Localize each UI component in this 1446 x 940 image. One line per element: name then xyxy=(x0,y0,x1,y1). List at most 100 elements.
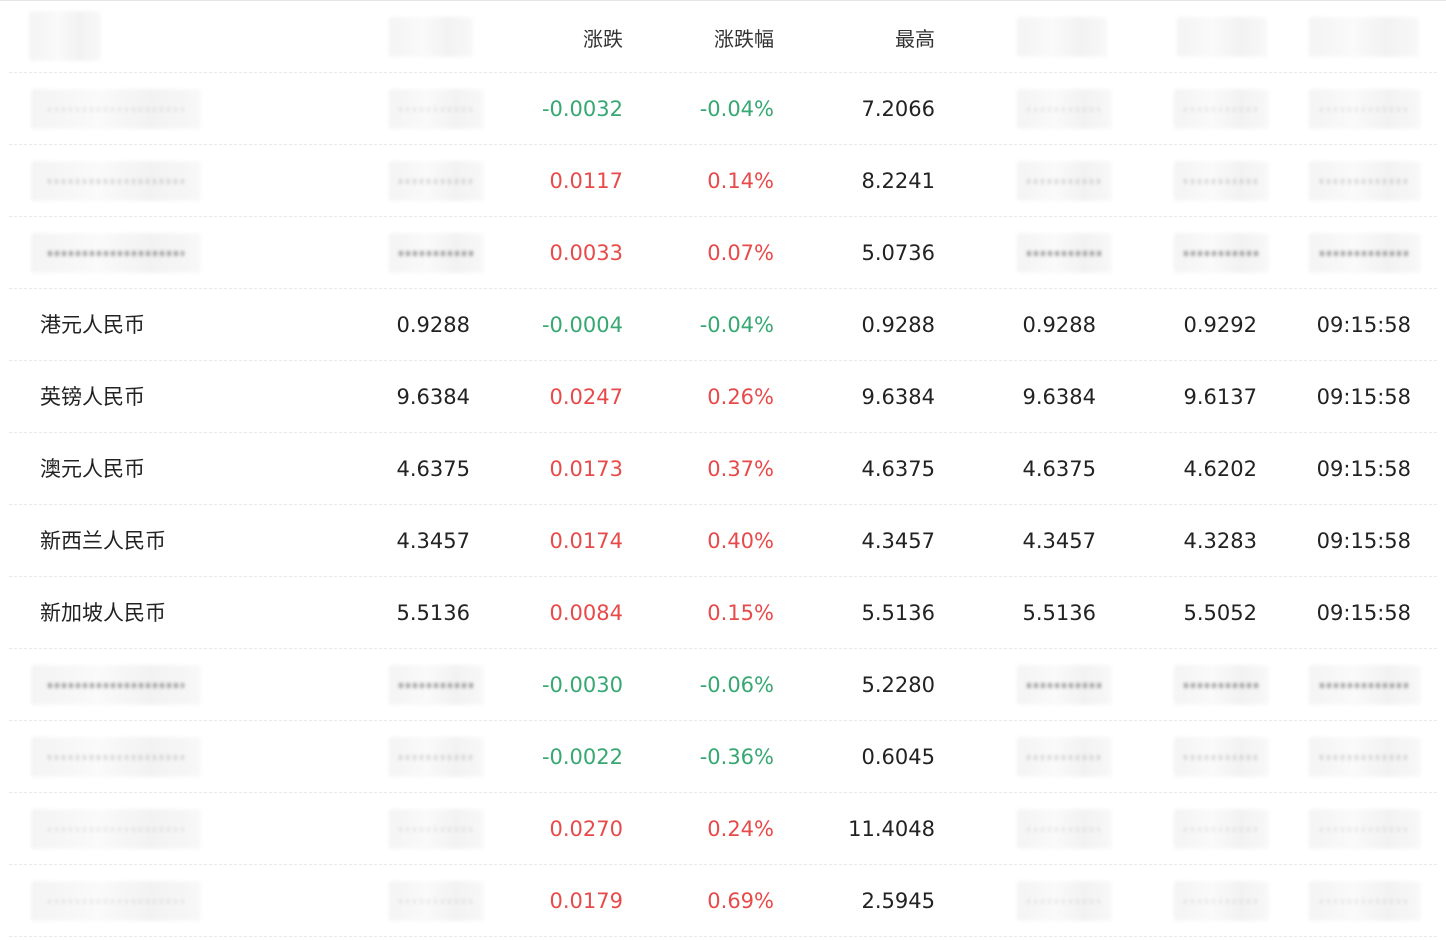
open-value: 9.6137 xyxy=(1183,385,1257,409)
change-percent: 0.07% xyxy=(707,241,774,265)
blurred-time xyxy=(1309,665,1421,705)
change-value: 0.0174 xyxy=(549,529,623,553)
blurred-time xyxy=(1309,233,1421,273)
high-value: 2.5945 xyxy=(861,889,935,913)
blurred-name xyxy=(31,809,201,849)
blurred-header-last xyxy=(389,17,473,57)
table-body: -0.0032 -0.04% 7.2066 0.0117 0.14% 8.2241 0.00… xyxy=(9,73,1437,937)
change-percent: -0.04% xyxy=(699,97,774,121)
change-percent: 0.14% xyxy=(707,169,774,193)
change-value: 0.0033 xyxy=(549,241,623,265)
header-high[interactable]: 最高 xyxy=(805,1,935,73)
change-value: -0.0032 xyxy=(541,97,623,121)
rate-table: 涨跌 涨跌幅 最高 -0.0032 -0.04% 7.2066 0.0117 0.14%… xyxy=(9,1,1437,937)
table-row[interactable]: -0.0030 -0.06% 5.2280 xyxy=(9,649,1437,721)
open-value: 4.6202 xyxy=(1183,457,1257,481)
high-value: 5.0736 xyxy=(861,241,935,265)
blurred-low xyxy=(1017,809,1112,849)
blurred-header-open xyxy=(1177,17,1267,57)
update-time: 09:15:58 xyxy=(1316,601,1411,625)
last-price: 4.3457 xyxy=(396,529,470,553)
last-price: 0.9288 xyxy=(396,313,470,337)
blurred-last xyxy=(389,809,484,849)
update-time: 09:15:58 xyxy=(1316,457,1411,481)
table-row[interactable]: -0.0032 -0.04% 7.2066 xyxy=(9,73,1437,145)
low-value: 4.3457 xyxy=(1022,529,1096,553)
last-price: 5.5136 xyxy=(396,601,470,625)
blurred-open xyxy=(1174,161,1269,201)
table-row[interactable]: -0.0022 -0.36% 0.6045 xyxy=(9,721,1437,793)
table-row[interactable]: 0.0270 0.24% 11.4048 xyxy=(9,793,1437,865)
change-percent: 0.69% xyxy=(707,889,774,913)
open-value: 0.9292 xyxy=(1183,313,1257,337)
low-value: 5.5136 xyxy=(1022,601,1096,625)
high-value: 0.9288 xyxy=(861,313,935,337)
last-price: 9.6384 xyxy=(396,385,470,409)
blurred-name xyxy=(31,737,201,777)
table-row[interactable]: 0.0179 0.69% 2.5945 xyxy=(9,865,1437,937)
blurred-open xyxy=(1174,233,1269,273)
change-percent: 0.15% xyxy=(707,601,774,625)
change-value: 0.0173 xyxy=(549,457,623,481)
change-value: 0.0270 xyxy=(549,817,623,841)
change-percent: -0.36% xyxy=(699,745,774,769)
low-value: 9.6384 xyxy=(1022,385,1096,409)
change-percent: 0.24% xyxy=(707,817,774,841)
currency-pair-name[interactable]: 新加坡人民币 xyxy=(40,577,270,649)
update-time: 09:15:58 xyxy=(1316,385,1411,409)
change-value: -0.0022 xyxy=(541,745,623,769)
currency-pair-name[interactable]: 新西兰人民币 xyxy=(40,505,270,577)
table-row[interactable]: 英镑人民币 9.6384 0.0247 0.26% 9.6384 9.6384 9.6137… xyxy=(9,361,1437,433)
blurred-name xyxy=(31,89,201,129)
high-value: 0.6045 xyxy=(861,745,935,769)
change-value: 0.0247 xyxy=(549,385,623,409)
open-value: 5.5052 xyxy=(1183,601,1257,625)
high-value: 5.5136 xyxy=(861,601,935,625)
blurred-low xyxy=(1017,89,1112,129)
table-header-row: 涨跌 涨跌幅 最高 xyxy=(9,1,1437,73)
blurred-header-time xyxy=(1309,17,1419,57)
table-row[interactable]: 新加坡人民币 5.5136 0.0084 0.15% 5.5136 5.5136 5.505… xyxy=(9,577,1437,649)
blurred-last xyxy=(389,233,484,273)
high-value: 9.6384 xyxy=(861,385,935,409)
blurred-name xyxy=(31,881,201,921)
blurred-low xyxy=(1017,233,1112,273)
update-time: 09:15:58 xyxy=(1316,529,1411,553)
currency-pair-name[interactable]: 英镑人民币 xyxy=(40,361,270,433)
blurred-time xyxy=(1309,89,1421,129)
last-price: 4.6375 xyxy=(396,457,470,481)
blurred-low xyxy=(1017,161,1112,201)
blurred-last xyxy=(389,665,484,705)
high-value: 4.6375 xyxy=(861,457,935,481)
table-row[interactable]: 0.0033 0.07% 5.0736 xyxy=(9,217,1437,289)
change-percent: 0.37% xyxy=(707,457,774,481)
blurred-name xyxy=(31,665,201,705)
header-change-pct[interactable]: 涨跌幅 xyxy=(644,1,774,73)
change-percent: 0.40% xyxy=(707,529,774,553)
blurred-last xyxy=(389,737,484,777)
blurred-open xyxy=(1174,881,1269,921)
change-value: 0.0179 xyxy=(549,889,623,913)
change-percent: -0.04% xyxy=(699,313,774,337)
table-row[interactable]: 新西兰人民币 4.3457 0.0174 0.40% 4.3457 4.3457 4.328… xyxy=(9,505,1437,577)
blurred-header-name xyxy=(29,11,101,61)
blurred-low xyxy=(1017,881,1112,921)
blurred-low xyxy=(1017,737,1112,777)
table-row[interactable]: 澳元人民币 4.6375 0.0173 0.37% 4.6375 4.6375 4.6202… xyxy=(9,433,1437,505)
currency-pair-name[interactable]: 澳元人民币 xyxy=(40,433,270,505)
currency-pair-name[interactable]: 港元人民币 xyxy=(40,289,270,361)
table-row[interactable]: 0.0117 0.14% 8.2241 xyxy=(9,145,1437,217)
high-value: 4.3457 xyxy=(861,529,935,553)
blurred-open xyxy=(1174,809,1269,849)
blurred-last xyxy=(389,881,484,921)
blurred-last xyxy=(389,161,484,201)
change-percent: -0.06% xyxy=(699,673,774,697)
table-row[interactable]: 港元人民币 0.9288 -0.0004 -0.04% 0.9288 0.9288 0.92… xyxy=(9,289,1437,361)
high-value: 5.2280 xyxy=(861,673,935,697)
blurred-open xyxy=(1174,737,1269,777)
change-percent: 0.26% xyxy=(707,385,774,409)
blurred-last xyxy=(389,89,484,129)
change-value: 0.0117 xyxy=(549,169,623,193)
low-value: 0.9288 xyxy=(1022,313,1096,337)
header-change[interactable]: 涨跌 xyxy=(493,1,623,73)
